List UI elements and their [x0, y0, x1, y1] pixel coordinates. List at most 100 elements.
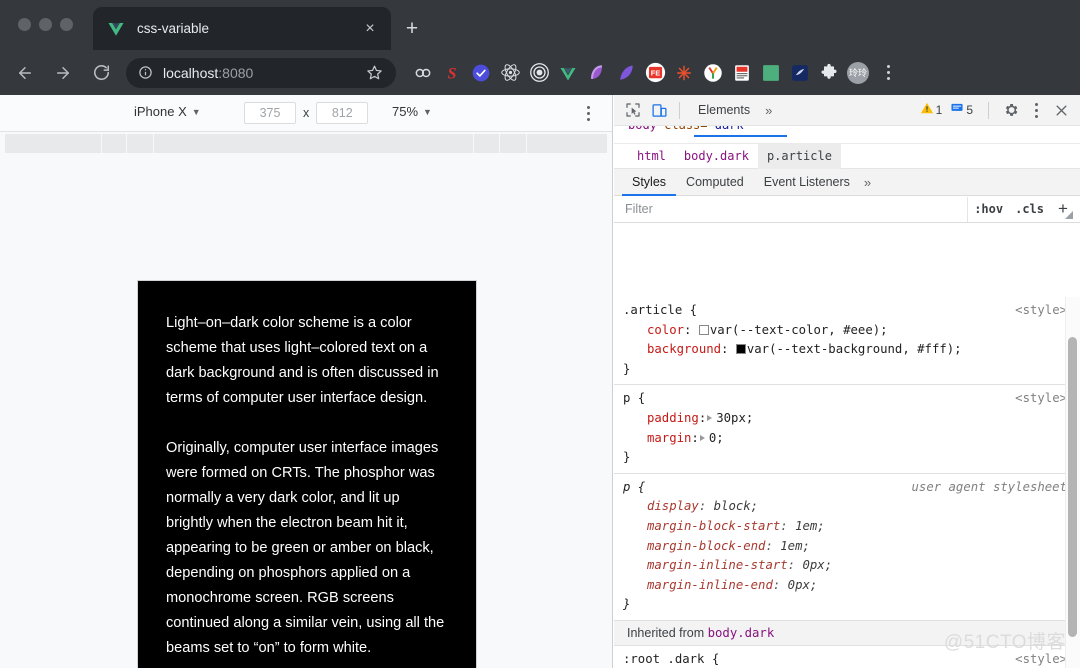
- toolbar-divider: [679, 101, 680, 119]
- info-circle-icon[interactable]: [138, 65, 154, 80]
- more-panels-chevron-icon[interactable]: »: [761, 103, 776, 118]
- loop-icon[interactable]: [410, 60, 436, 86]
- message-indicator[interactable]: 5: [950, 101, 979, 120]
- close-devtools-icon[interactable]: [1048, 97, 1074, 123]
- breadcrumb-item-body[interactable]: body.dark: [675, 144, 758, 169]
- checkmark-badge-icon[interactable]: [468, 60, 494, 86]
- target-rings-icon[interactable]: [526, 60, 552, 86]
- device-ruler: [5, 134, 607, 153]
- declaration-value[interactable]: var(--text-color, #eee);: [710, 323, 888, 337]
- reload-icon[interactable]: [86, 58, 116, 88]
- declaration-value: 0px;: [787, 577, 818, 592]
- color-swatch[interactable]: [735, 344, 746, 355]
- warning-indicator[interactable]: 1: [920, 101, 949, 120]
- declaration-value: 1em;: [795, 518, 825, 533]
- styles-scrollbar-track[interactable]: [1065, 297, 1080, 668]
- tab-event-listeners[interactable]: Event Listeners: [754, 169, 860, 196]
- bookmark-star-icon[interactable]: [366, 64, 384, 81]
- declaration[interactable]: margin: 0;: [614, 429, 1080, 449]
- browser-window: css-variable × + localhost:8080 S FE 玲玲 …: [0, 0, 1080, 668]
- device-select-label: iPhone X: [134, 104, 187, 119]
- puzzle-piece-icon[interactable]: [816, 60, 842, 86]
- yandex-y-icon[interactable]: [700, 60, 726, 86]
- close-icon[interactable]: ×: [359, 18, 381, 40]
- device-width-input[interactable]: 375: [244, 102, 296, 124]
- breadcrumb-item-html[interactable]: html: [628, 144, 675, 169]
- gear-icon[interactable]: [998, 97, 1024, 123]
- device-zoom-select[interactable]: 75% ▼: [392, 104, 432, 119]
- tab-elements[interactable]: Elements: [687, 97, 761, 123]
- vue-v-icon[interactable]: [555, 60, 581, 86]
- react-atom-icon[interactable]: [497, 60, 523, 86]
- chevron-down-icon: ▼: [423, 107, 432, 117]
- declaration-property[interactable]: padding: [647, 411, 699, 425]
- device-viewport[interactable]: Light–on–dark color scheme is a color sc…: [137, 280, 477, 668]
- declaration-value[interactable]: 0;: [709, 431, 724, 445]
- style-origin[interactable]: <style>: [1015, 389, 1067, 409]
- device-toolbar-icon[interactable]: [646, 97, 672, 123]
- s-red-icon[interactable]: S: [439, 60, 465, 86]
- tab-computed[interactable]: Computed: [676, 169, 754, 196]
- devtools-kebab-menu-icon[interactable]: [1026, 99, 1046, 121]
- filter-input[interactable]: Filter: [614, 196, 969, 222]
- declaration-property[interactable]: margin: [647, 431, 691, 445]
- dom-tag-name: body: [628, 126, 657, 132]
- rule-selector[interactable]: p {: [614, 389, 1080, 409]
- purple-leaf-icon[interactable]: [584, 60, 610, 86]
- green-square-icon[interactable]: [758, 60, 784, 86]
- new-tab-button[interactable]: +: [398, 14, 426, 42]
- device-options-kebab-menu-icon[interactable]: [580, 103, 596, 123]
- news-card-icon[interactable]: [729, 60, 755, 86]
- minimize-window-button[interactable]: [39, 18, 52, 31]
- svg-text:S: S: [448, 65, 457, 82]
- address-bar[interactable]: localhost:8080: [126, 57, 396, 88]
- cls-toggle[interactable]: .cls: [1009, 196, 1050, 223]
- new-style-rule-button[interactable]: +: [1050, 196, 1076, 223]
- forward-icon[interactable]: [48, 58, 78, 88]
- declaration-property[interactable]: color: [647, 323, 684, 337]
- orange-splat-icon[interactable]: [671, 60, 697, 86]
- article-paragraph: Originally, computer user interface imag…: [166, 440, 445, 656]
- style-origin[interactable]: <style>: [1015, 301, 1067, 321]
- declaration[interactable]: background: var(--text-background, #fff)…: [614, 340, 1080, 360]
- chevron-down-icon: ▼: [191, 107, 201, 117]
- close-window-button[interactable]: [18, 18, 31, 31]
- more-pane-tabs-chevron-icon[interactable]: »: [860, 175, 875, 190]
- expand-triangle-icon[interactable]: [707, 414, 713, 421]
- profile-avatar[interactable]: 玲玲: [845, 60, 871, 86]
- fe-red-icon[interactable]: FE: [642, 60, 668, 86]
- violet-feather-icon[interactable]: [613, 60, 639, 86]
- style-rule-user-agent[interactable]: user agent stylesheet p { display: block…: [614, 474, 1080, 621]
- browser-tab[interactable]: css-variable ×: [93, 7, 391, 50]
- hov-toggle[interactable]: :hov: [968, 196, 1009, 223]
- blue-book-icon[interactable]: [787, 60, 813, 86]
- style-rule[interactable]: <style> .article { color: var(--text-col…: [614, 297, 1080, 386]
- declaration-property[interactable]: background: [647, 342, 721, 356]
- inspect-cursor-icon[interactable]: [620, 97, 646, 123]
- tab-styles[interactable]: Styles: [622, 169, 677, 196]
- style-rule[interactable]: <style> p { padding: 30px; margin: 0; }: [614, 385, 1080, 474]
- device-select[interactable]: iPhone X ▼: [134, 104, 201, 119]
- declaration-value: block;: [713, 499, 759, 514]
- styles-scrollbar-thumb[interactable]: [1068, 337, 1077, 637]
- color-swatch[interactable]: [698, 324, 709, 335]
- declaration-value[interactable]: var(--text-background, #fff);: [747, 342, 962, 356]
- declaration[interactable]: color: var(--text-color, #eee);: [614, 321, 1080, 341]
- inherited-selector[interactable]: body.dark: [708, 626, 775, 640]
- url-port: :8080: [218, 64, 254, 81]
- back-icon[interactable]: [10, 58, 40, 88]
- maximize-window-button[interactable]: [60, 18, 73, 31]
- url-text[interactable]: localhost:8080: [163, 65, 366, 81]
- breadcrumb-item-p-article[interactable]: p.article: [757, 143, 841, 169]
- kebab-menu-icon[interactable]: [878, 62, 898, 84]
- declaration: margin-inline-end: 0px;: [647, 577, 818, 592]
- window-traffic-lights[interactable]: [18, 18, 73, 31]
- dom-tree-cutoff-row[interactable]: body class="dark": [614, 126, 1080, 144]
- device-height-input[interactable]: 812: [316, 102, 369, 124]
- message-flag-icon: [950, 101, 964, 120]
- declaration[interactable]: padding: 30px;: [614, 409, 1080, 429]
- rule-selector[interactable]: .article {: [614, 301, 1080, 321]
- expand-triangle-icon[interactable]: [699, 434, 705, 441]
- browser-chrome: css-variable × + localhost:8080 S FE 玲玲: [0, 0, 1080, 95]
- declaration-value[interactable]: 30px;: [716, 411, 753, 425]
